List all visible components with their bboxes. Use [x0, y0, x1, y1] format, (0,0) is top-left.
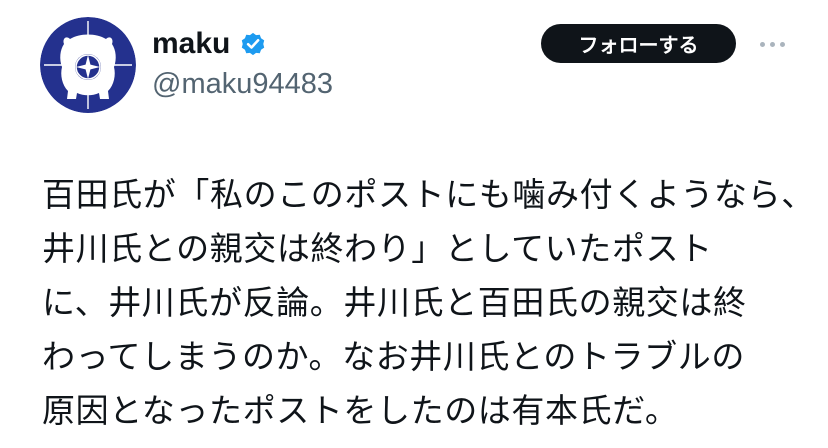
more-options-button[interactable] — [752, 30, 792, 58]
follow-button[interactable]: フォローする — [541, 24, 736, 63]
post-text: 百田氏が「私のこのポストにも噛み付くようなら、 井川氏との親交は終わり」としていた… — [42, 168, 815, 438]
nato-emblem-bear-icon — [40, 17, 136, 113]
post-text-wrapped-line: 原因となったポストをしたのは有本氏だ。 — [42, 391, 679, 430]
verified-badge-icon — [239, 30, 267, 58]
post-text-wrapped-line: 百田氏が「私のこのポストにも噛み付くようなら、 — [42, 175, 815, 214]
post-text-wrapped-line: わってしまうのか。なお井川氏とのトラブルの — [42, 337, 745, 376]
display-name[interactable]: maku — [152, 24, 230, 64]
post-text-wrapped-line: 井川氏との親交は終わり」としていたポスト — [42, 229, 713, 268]
author-name-row: maku — [152, 24, 267, 64]
post-text-line: 百田氏が「私のこのポストにも噛み付くようなら、 井川氏との親交は終わり」としていた… — [42, 168, 815, 438]
more-dots-icon — [769, 41, 775, 47]
user-handle[interactable]: @maku94483 — [152, 64, 333, 104]
post-text-wrapped-line: に、井川氏が反論。井川氏と百田氏の親交は終 — [42, 283, 747, 322]
more-dots-icon — [779, 41, 785, 47]
more-dots-icon — [759, 41, 765, 47]
avatar[interactable] — [40, 17, 136, 113]
